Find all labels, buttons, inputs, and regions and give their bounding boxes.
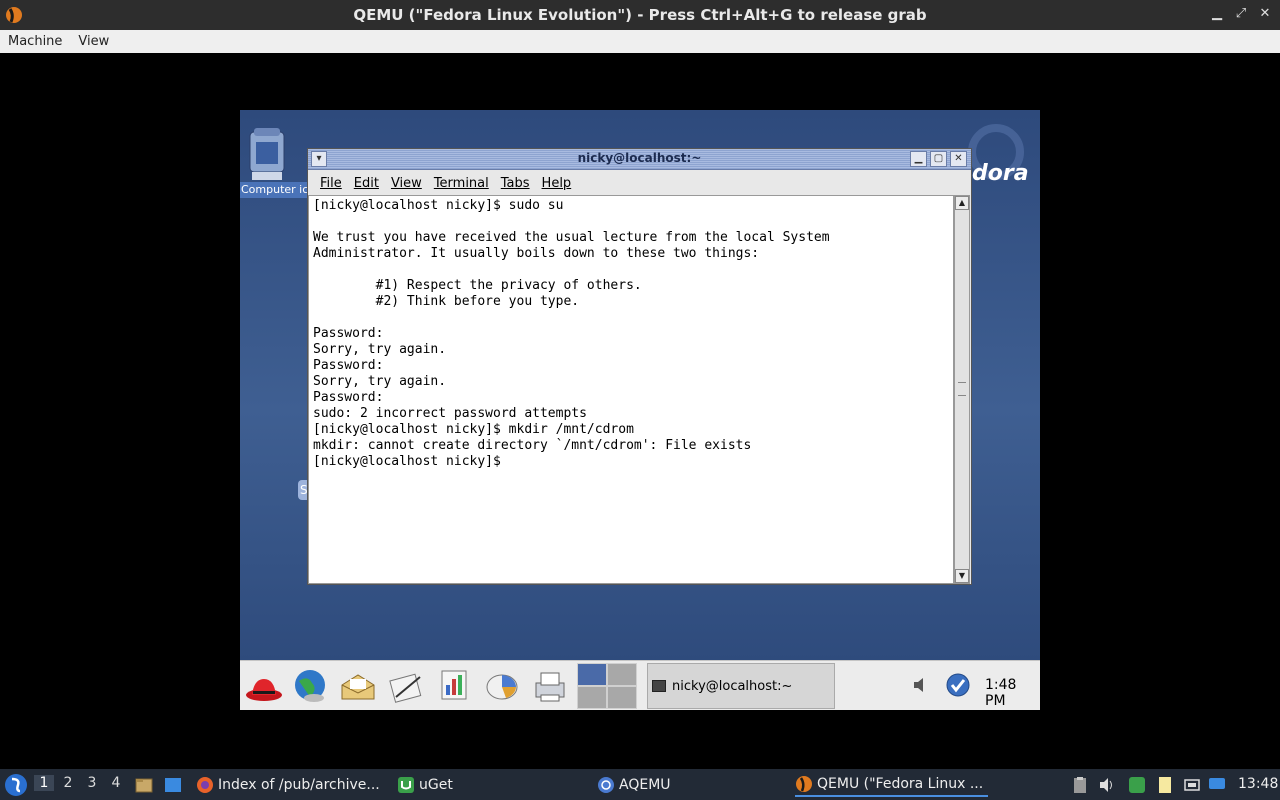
taskbar-terminal-button[interactable]: nicky@localhost:~ [647, 663, 835, 709]
terminal-line[interactable] [313, 262, 830, 278]
host-window-title: QEMU ("Fedora Linux Evolution") - Press … [353, 6, 927, 24]
terminal-line[interactable]: Password: [313, 326, 830, 342]
close-icon[interactable]: ✕ [1258, 6, 1272, 21]
uget-icon [398, 776, 414, 793]
scroll-down-icon[interactable]: ▼ [955, 569, 969, 583]
terminal-line[interactable]: We trust you have received the usual lec… [313, 230, 830, 246]
desktop-icon[interactable] [164, 776, 182, 794]
host-taskbar: 1 2 3 4 Index of /pub/archive... uGet AQ… [0, 769, 1280, 800]
file-manager-icon[interactable] [135, 776, 153, 794]
guest-clock[interactable]: 1:48 PM [985, 677, 1040, 709]
terminal-line[interactable]: [nicky@localhost nicky]$ mkdir /mnt/cdro… [313, 422, 830, 438]
host-window-controls: ▁ ⤢ ✕ [1210, 6, 1272, 21]
uget-tray-icon[interactable] [1128, 776, 1146, 794]
email-icon[interactable] [338, 667, 378, 705]
terminal-line[interactable]: Password: [313, 358, 830, 374]
workspace-pager[interactable] [577, 663, 637, 709]
terminal-line[interactable]: Sorry, try again. [313, 342, 830, 358]
taskbar-item-firefox[interactable]: Index of /pub/archive... [196, 772, 380, 797]
workspace-4[interactable] [607, 686, 637, 709]
workspace-3-button[interactable]: 3 [82, 775, 102, 791]
taskbar-item-uget[interactable]: uGet [397, 772, 453, 797]
aqemu-icon [598, 776, 614, 793]
workspace-3[interactable] [577, 686, 607, 709]
terminal-icon [652, 680, 666, 692]
guest-screen[interactable]: Computer ic S dora ▾ nicky@localhost:~ ▁… [240, 110, 1040, 710]
terminal-line[interactable]: [nicky@localhost nicky]$ [313, 454, 830, 470]
volume-icon[interactable] [912, 675, 928, 695]
chat-icon[interactable] [1208, 776, 1226, 794]
taskbar-item-label: Index of /pub/archive... [218, 776, 380, 793]
workspace-2[interactable] [607, 663, 637, 686]
close-icon[interactable]: ✕ [950, 151, 967, 167]
svg-text:dora: dora [972, 161, 1029, 186]
printer-icon[interactable] [530, 667, 570, 705]
workspace-1-button[interactable]: 1 [34, 775, 54, 791]
terminal-line[interactable]: [nicky@localhost nicky]$ sudo su [313, 198, 830, 214]
terminal-titlebar[interactable]: ▾ nicky@localhost:~ ▁ ▢ ✕ [308, 149, 971, 170]
menu-machine[interactable]: Machine [0, 34, 70, 49]
app-menu-icon[interactable] [4, 773, 28, 797]
spreadsheet-icon[interactable] [482, 667, 522, 705]
workspace-4-button[interactable]: 4 [106, 775, 126, 791]
taskbar-item-label: QEMU ("Fedora Linux ... [817, 775, 984, 792]
firefox-icon [197, 776, 213, 793]
terminal-line[interactable]: sudo: 2 incorrect password attempts [313, 406, 830, 422]
update-check-icon[interactable] [946, 673, 970, 697]
terminal-line[interactable]: Sorry, try again. [313, 374, 830, 390]
scroll-grip-icon[interactable] [958, 382, 966, 396]
redhat-menu-icon[interactable] [244, 667, 284, 705]
menu-view[interactable]: View [385, 176, 428, 191]
maximize-icon[interactable]: ▢ [930, 151, 947, 167]
terminal-window[interactable]: ▾ nicky@localhost:~ ▁ ▢ ✕ File Edit View… [307, 148, 972, 585]
minimize-icon[interactable]: ▁ [1210, 6, 1224, 21]
terminal-line[interactable]: #2) Think before you type. [313, 294, 830, 310]
web-browser-icon[interactable] [290, 667, 330, 705]
desktop-icon-label[interactable]: Computer ic [240, 182, 308, 198]
host-menubar: Machine View [0, 30, 1280, 53]
scroll-up-icon[interactable]: ▲ [955, 196, 969, 210]
terminal-text[interactable]: [nicky@localhost nicky]$ sudo su We trus… [313, 198, 830, 470]
terminal-line[interactable]: #1) Respect the privacy of others. [313, 278, 830, 294]
volume-icon[interactable] [1098, 776, 1116, 794]
menu-tabs[interactable]: Tabs [495, 176, 536, 191]
workspace-2-button[interactable]: 2 [58, 775, 78, 791]
menu-help[interactable]: Help [536, 176, 578, 191]
network-icon[interactable] [1183, 776, 1201, 794]
host-clock[interactable]: 13:48 [1238, 776, 1278, 792]
taskbar-item-label: AQEMU [619, 776, 671, 793]
taskbar-item-qemu[interactable]: QEMU ("Fedora Linux ... [795, 772, 988, 797]
presentation-icon[interactable] [434, 667, 474, 705]
taskbar-label: nicky@localhost:~ [672, 678, 793, 694]
menu-terminal[interactable]: Terminal [428, 176, 495, 191]
guest-panel: nicky@localhost:~ 1:48 PM [240, 660, 1040, 710]
host-titlebar: QEMU ("Fedora Linux Evolution") - Press … [0, 0, 1280, 30]
terminal-line[interactable]: mkdir: cannot create directory `/mnt/cdr… [313, 438, 830, 454]
menu-edit[interactable]: Edit [348, 176, 385, 191]
taskbar-item-label: uGet [419, 776, 453, 793]
terminal-line[interactable] [313, 214, 830, 230]
terminal-line[interactable] [313, 310, 830, 326]
workspace-1[interactable] [577, 663, 607, 686]
terminal-menubar: File Edit View Terminal Tabs Help [308, 171, 971, 195]
text-editor-icon[interactable] [386, 667, 426, 705]
terminal-scrollbar[interactable]: ▲ ▼ [954, 195, 970, 584]
terminal-line[interactable]: Administrator. It usually boils down to … [313, 246, 830, 262]
maximize-icon[interactable]: ⤢ [1234, 6, 1248, 21]
menu-file[interactable]: File [314, 176, 348, 191]
terminal-line[interactable]: Password: [313, 390, 830, 406]
notes-icon[interactable] [1156, 776, 1174, 794]
clipboard-icon[interactable] [1071, 776, 1089, 794]
taskbar-item-aqemu[interactable]: AQEMU [597, 772, 671, 797]
menu-view[interactable]: View [70, 34, 117, 49]
terminal-title: nicky@localhost:~ [577, 151, 702, 165]
minimize-icon[interactable]: ▁ [910, 151, 927, 167]
qemu-icon [796, 775, 812, 792]
terminal-output[interactable]: [nicky@localhost nicky]$ sudo su We trus… [308, 195, 954, 584]
